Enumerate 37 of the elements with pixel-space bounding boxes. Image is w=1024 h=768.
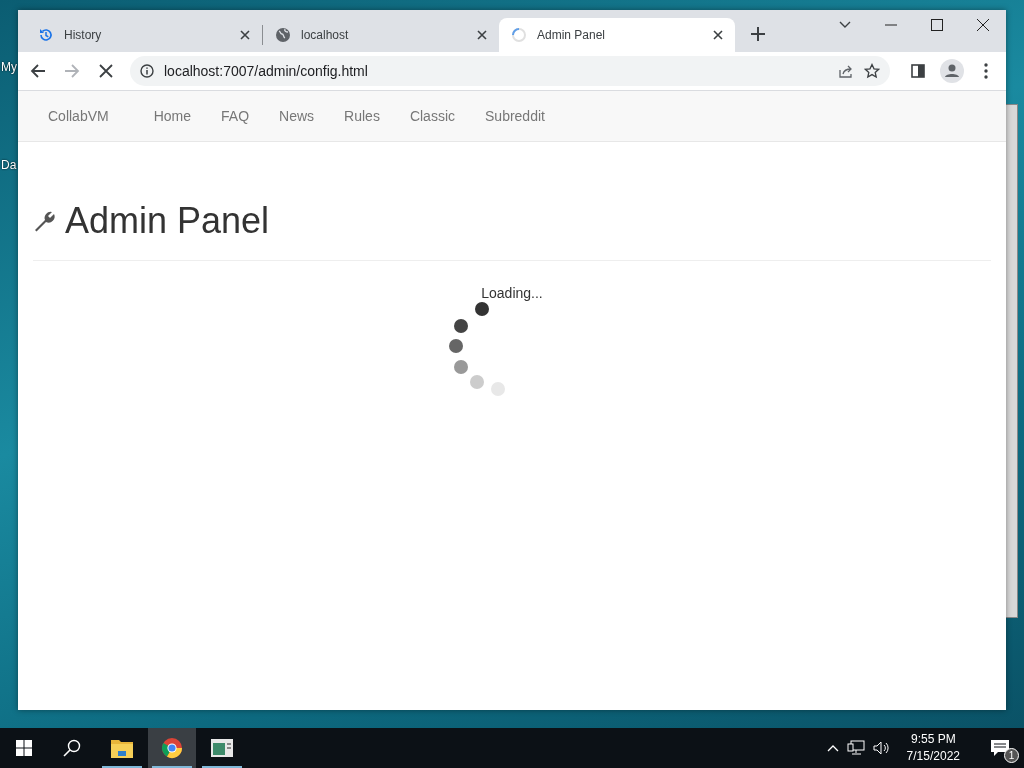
- folder-icon: [111, 738, 133, 758]
- loading-text: Loading...: [480, 285, 544, 301]
- site-brand[interactable]: CollabVM: [33, 108, 124, 124]
- browser-tab[interactable]: History: [26, 18, 262, 52]
- browser-tab[interactable]: localhost: [263, 18, 499, 52]
- nav-link[interactable]: Rules: [329, 108, 395, 124]
- wrench-icon: [33, 209, 57, 233]
- browser-tab[interactable]: Admin Panel: [499, 18, 735, 52]
- profile-icon[interactable]: [938, 57, 966, 85]
- speaker-icon[interactable]: [872, 740, 891, 756]
- chevron-up-icon[interactable]: [826, 744, 839, 752]
- notification-count: 1: [1004, 748, 1019, 763]
- nav-link[interactable]: FAQ: [206, 108, 265, 124]
- network-icon[interactable]: [846, 740, 865, 756]
- globe-icon: [275, 27, 291, 43]
- notification-button[interactable]: 1: [976, 728, 1024, 768]
- message-icon: [991, 740, 1009, 756]
- app-window-icon: [211, 739, 233, 757]
- address-bar[interactable]: localhost:7007/admin/config.html: [130, 56, 890, 86]
- history-icon: [38, 27, 54, 43]
- desktop-icon-label: Da: [1, 158, 17, 172]
- star-icon[interactable]: [864, 63, 880, 79]
- nav-link[interactable]: Classic: [394, 108, 470, 124]
- nav-link[interactable]: News: [264, 108, 330, 124]
- info-icon: [140, 64, 154, 78]
- loading-spinner-icon: [449, 302, 505, 396]
- chrome-icon: [161, 737, 183, 759]
- taskbar-app[interactable]: [148, 728, 196, 768]
- clock-time: 9:55 PM: [910, 731, 956, 748]
- share-icon[interactable]: [838, 63, 854, 79]
- page-heading: Admin Panel: [65, 200, 270, 242]
- loading-spinner-icon: [511, 27, 527, 43]
- clock-date: 7/15/2022: [906, 748, 960, 765]
- desktop-icon-label: My: [1, 60, 17, 74]
- taskbar-clock[interactable]: 9:55 PM 7/15/2022: [906, 731, 960, 765]
- nav-link[interactable]: Home: [138, 108, 207, 124]
- nav-link[interactable]: Subreddit: [470, 108, 560, 124]
